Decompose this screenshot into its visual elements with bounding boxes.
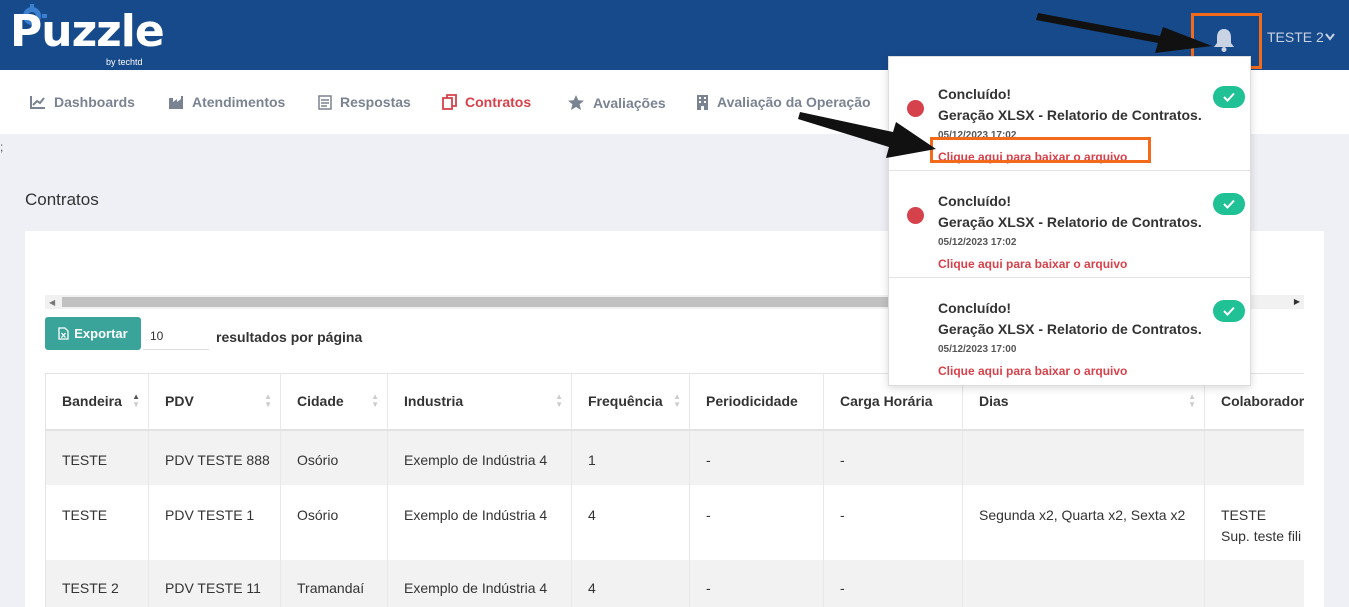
annotation-arrows — [798, 13, 1212, 158]
arrow-to-bell-icon — [1036, 13, 1212, 53]
arrow-to-download-link-icon — [798, 112, 936, 158]
